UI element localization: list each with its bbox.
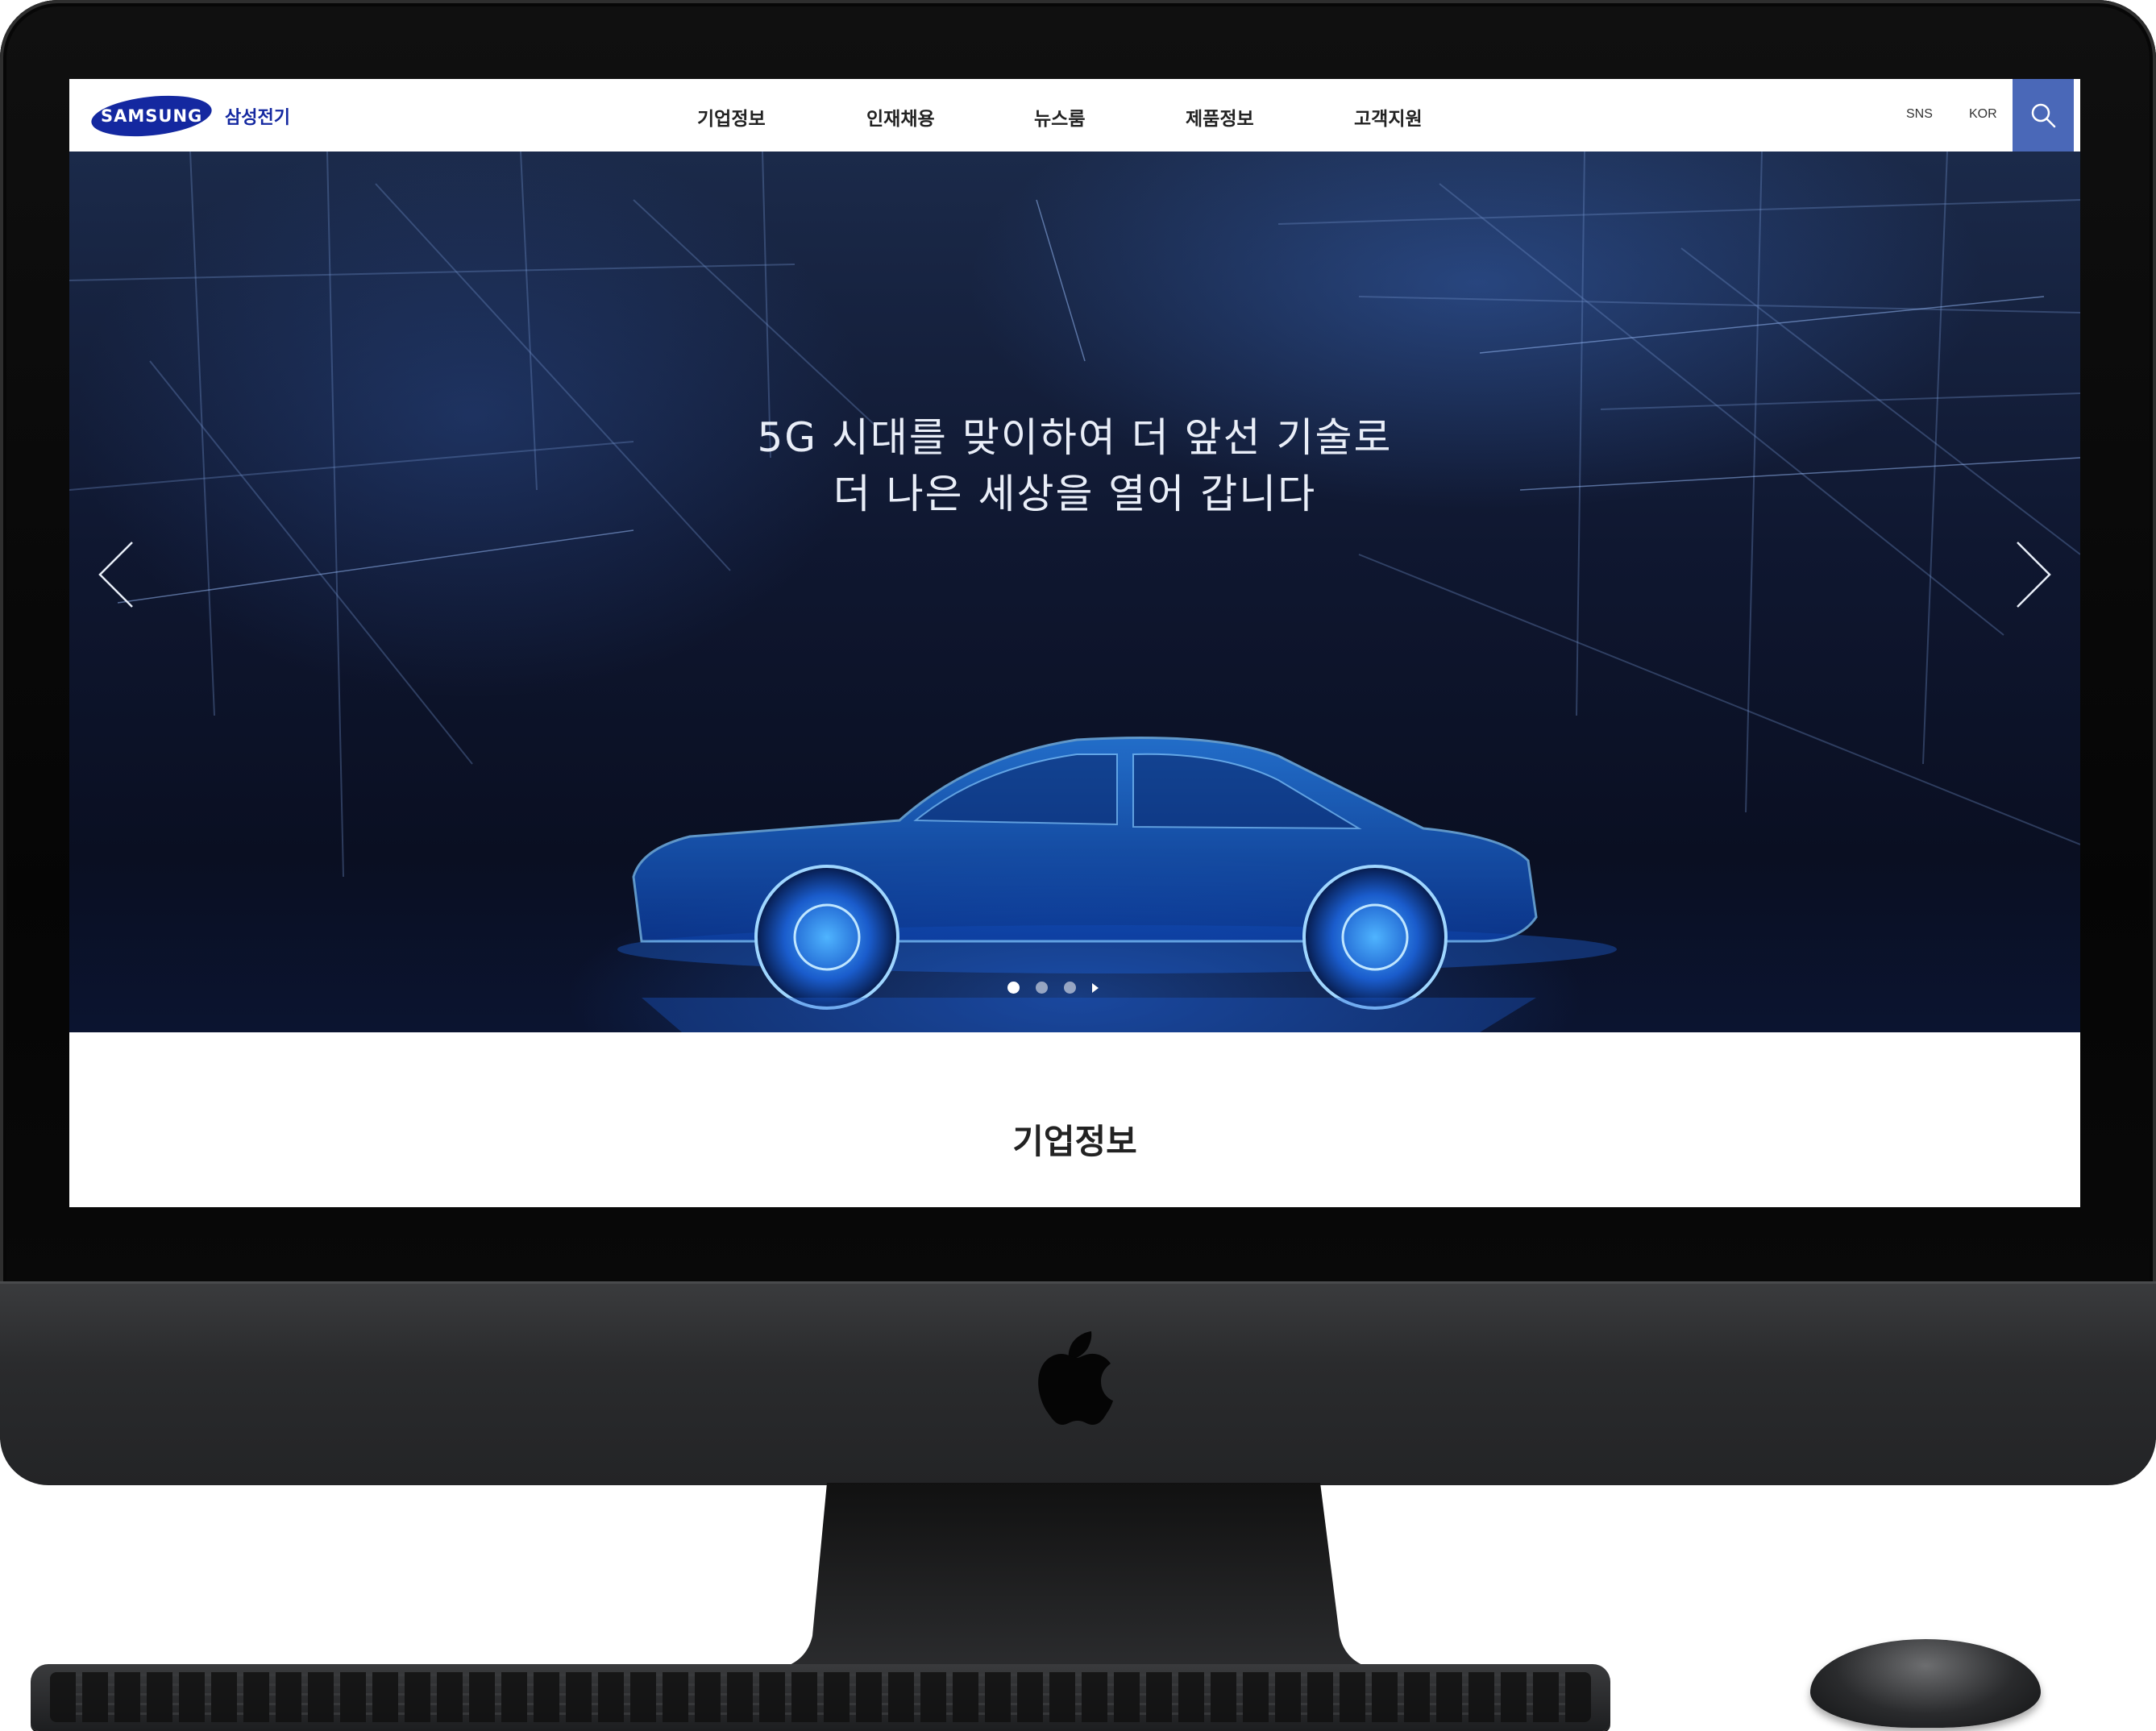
nav-item-careers[interactable]: 인재채용 xyxy=(866,103,935,131)
global-nav: 기업정보 인재채용 뉴스룸 제품정보 고객지원 xyxy=(75,79,2074,152)
chevron-right-icon[interactable] xyxy=(2008,538,2056,611)
hero-headline: 5G 시대를 맞이하여 더 앞선 기술로 더 나은 세상을 열어 갑니다 xyxy=(69,409,2080,522)
hero-headline-line1: 5G 시대를 맞이하여 더 앞선 기술로 xyxy=(757,414,1393,461)
hero-car-image xyxy=(617,737,1617,1032)
chevron-left-icon[interactable] xyxy=(93,538,142,611)
apple-logo-icon xyxy=(1038,1331,1113,1425)
section-title: 기업정보 xyxy=(1012,1122,1137,1161)
play-icon[interactable] xyxy=(1092,982,1099,993)
nav-item-company[interactable]: 기업정보 xyxy=(697,103,766,131)
slide-dot-3[interactable] xyxy=(1064,982,1076,994)
screen: SAMSUNG 삼성전기 기업정보 인재채용 뉴스룸 제품정보 고객지원 SNS… xyxy=(69,79,2080,1207)
slider-pagination xyxy=(1007,982,1099,994)
nav-item-newsroom[interactable]: 뉴스룸 xyxy=(1034,103,1085,131)
hero-slider: 5G 시대를 맞이하여 더 앞선 기술로 더 나은 세상을 열어 갑니다 xyxy=(69,152,2080,1032)
sns-link[interactable]: SNS xyxy=(1906,107,1933,122)
language-select[interactable]: KOR xyxy=(1969,107,1997,122)
keyboard xyxy=(31,1664,1610,1731)
nav-item-products[interactable]: 제품정보 xyxy=(1186,103,1254,131)
site-header: SAMSUNG 삼성전기 기업정보 인재채용 뉴스룸 제품정보 고객지원 SNS… xyxy=(75,79,2074,152)
slide-dot-2[interactable] xyxy=(1036,982,1048,994)
search-icon xyxy=(2031,103,2056,128)
hero-headline-line2: 더 나은 세상을 열어 갑니다 xyxy=(833,471,1317,517)
nav-item-support[interactable]: 고객지원 xyxy=(1354,103,1423,131)
slide-dot-1[interactable] xyxy=(1007,982,1020,994)
search-button[interactable] xyxy=(2013,79,2074,152)
